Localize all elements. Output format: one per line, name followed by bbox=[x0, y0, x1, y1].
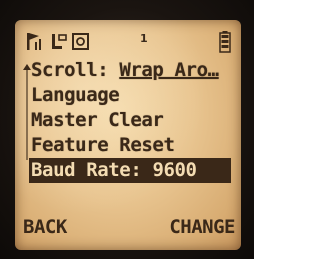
lcd-screen: 1 Scroll: Wrap Aro… Language Master Clea… bbox=[15, 20, 241, 250]
change-softkey[interactable]: CHANGE bbox=[169, 216, 235, 238]
menu-item-label: Feature Reset bbox=[31, 134, 175, 156]
menu-item-language[interactable]: Language bbox=[31, 83, 239, 108]
status-indicator: 1 bbox=[140, 32, 148, 45]
settings-menu: Scroll: Wrap Aro… Language Master Clear … bbox=[29, 58, 239, 183]
menu-item-value: 9600 bbox=[152, 159, 197, 181]
menu-item-label: Scroll: bbox=[31, 59, 120, 81]
device-bezel: 1 Scroll: Wrap Aro… Language Master Clea… bbox=[0, 0, 254, 259]
battery-icon bbox=[219, 30, 231, 54]
call-log-icon bbox=[71, 30, 91, 52]
softkey-bar: BACK CHANGE bbox=[15, 216, 241, 244]
menu-item-label: Language bbox=[31, 84, 120, 106]
menu-item-label: Baud Rate: bbox=[31, 159, 153, 181]
menu-item-feature-reset[interactable]: Feature Reset bbox=[31, 133, 239, 158]
scroll-indicator-icon bbox=[23, 64, 31, 160]
menu-item-value: Wrap Aro… bbox=[119, 59, 219, 81]
menu-item-baud-rate[interactable]: Baud Rate: 9600 bbox=[29, 158, 231, 183]
menu-item-master-clear[interactable]: Master Clear bbox=[31, 108, 239, 133]
menu-item-scroll[interactable]: Scroll: Wrap Aro… bbox=[31, 58, 239, 83]
talk-mode-icon bbox=[49, 30, 69, 52]
status-bar: 1 bbox=[25, 30, 231, 56]
menu-item-label: Master Clear bbox=[31, 109, 164, 131]
signal-flag-icon bbox=[25, 30, 45, 52]
back-softkey[interactable]: BACK bbox=[23, 216, 67, 238]
